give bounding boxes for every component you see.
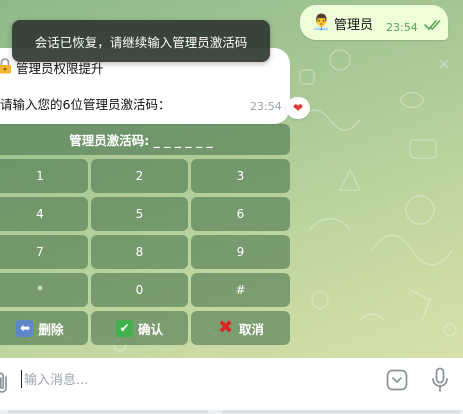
cancel-button[interactable]: ✖ 取消 — [191, 311, 290, 345]
delete-button[interactable]: ⬅ 删除 — [0, 311, 88, 345]
outgoing-message-text: 管理员 — [334, 18, 374, 33]
keypad-button-2[interactable]: 2 — [91, 159, 188, 193]
bottom-strip-segment — [222, 410, 460, 414]
confirm-button-label: 确认 — [137, 321, 163, 337]
double-check-icon — [424, 20, 441, 30]
microphone-icon[interactable] — [431, 367, 449, 393]
cancel-button-label: 取消 — [238, 321, 264, 337]
session-restored-toast: 会话已恢复，请继续输入管理员激活码 — [12, 20, 270, 62]
keypad-button-1[interactable]: 1 — [0, 159, 88, 193]
sticker-icon[interactable] — [386, 369, 408, 391]
text-cursor — [21, 370, 22, 388]
keypad-button-4[interactable]: 4 — [0, 197, 88, 231]
delete-button-label: 删除 — [38, 321, 64, 337]
paperclip-icon[interactable] — [0, 371, 10, 395]
keypad-button-7[interactable]: 7 — [0, 235, 88, 269]
bottom-strip-segment — [8, 410, 208, 414]
outgoing-message-bubble[interactable]: 👨‍💼 管理员 23:54 — [300, 5, 448, 40]
check-mark-icon: ✔ — [115, 319, 133, 337]
cross-mark-icon: ✖ — [217, 317, 234, 338]
keypad-button-6[interactable]: 6 — [191, 197, 290, 231]
outgoing-message-time: 23:54 — [386, 21, 418, 34]
keypad-button-5[interactable]: 5 — [91, 197, 188, 231]
keypad-button-8[interactable]: 8 — [91, 235, 188, 269]
keypad-button-3[interactable]: 3 — [191, 159, 290, 193]
keypad-button-hash[interactable]: # — [191, 273, 290, 307]
keypad-button-0[interactable]: 0 — [91, 273, 188, 307]
message-input[interactable] — [24, 369, 364, 391]
message-prompt: 请输入您的6位管理员激活码： — [0, 97, 171, 112]
activation-code-display-button[interactable]: 管理员激活码: _ _ _ _ _ _ — [0, 124, 290, 155]
bottom-divider — [0, 410, 463, 414]
office-worker-emoji-icon: 👨‍💼 — [312, 13, 331, 31]
keypad-button-9[interactable]: 9 — [191, 235, 290, 269]
heart-reaction-icon[interactable]: ❤ — [286, 97, 310, 119]
confirm-button[interactable]: ✔ 确认 — [91, 311, 188, 345]
incoming-message-time: 23:54 — [250, 100, 282, 113]
back-arrow-icon: ⬅ — [16, 319, 34, 337]
lock-with-key-icon — [0, 58, 11, 74]
keypad-button-star[interactable]: * — [0, 273, 88, 307]
